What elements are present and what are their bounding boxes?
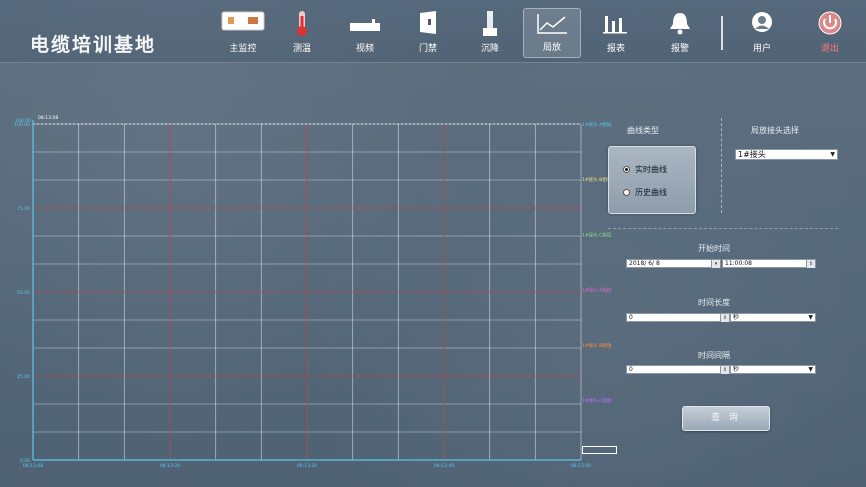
- x-tick-label: 08:13:40: [434, 463, 454, 469]
- nav-video[interactable]: 视频: [336, 8, 394, 58]
- x-tick-label: 08:13:50: [571, 463, 591, 469]
- series-legend-label: 1#接头-A相放电次: [582, 287, 612, 294]
- realtime-label: 实时曲线: [635, 165, 667, 174]
- duration-label: 时间长度: [698, 298, 730, 307]
- spin-icon[interactable]: ⇕: [720, 314, 729, 322]
- interval-unit-select[interactable]: 秒 ▼: [730, 365, 816, 374]
- duration-input[interactable]: 0 ⇕: [626, 313, 730, 322]
- nav-label: 用户: [752, 44, 771, 54]
- x-tick-label: 08:13:30: [297, 463, 317, 469]
- connector-select[interactable]: 1#接头 ▼: [735, 149, 838, 160]
- settlement-icon: [483, 11, 497, 36]
- top-time-label: 08:13:08: [38, 115, 58, 121]
- nav-alarm[interactable]: 报警: [651, 8, 709, 58]
- partial-discharge-chart: 100.00 75.00 50.00 25.00 0.00 100.00 08:13:08 0…: [12, 112, 621, 477]
- x-tick-label: 08:13:08: [23, 463, 43, 469]
- nav-temperature[interactable]: 测温: [273, 8, 331, 58]
- start-time-input[interactable]: 11:00:08 ⇕: [722, 259, 816, 268]
- chart-svg: 100.0075.0050.0025.000.00100.0008:13:080…: [14, 115, 621, 469]
- bell-icon: [670, 13, 690, 35]
- duration-value: 0: [629, 314, 633, 321]
- chevron-down-icon: ▼: [808, 314, 813, 321]
- y-tick-label: 25.00: [17, 374, 30, 380]
- nav-exit[interactable]: 退出: [801, 8, 859, 58]
- series-legend-label: 1#接头-C相放电次: [582, 397, 612, 404]
- radio-history[interactable]: 历史曲线: [623, 187, 667, 198]
- nav-partial-discharge[interactable]: 局放: [523, 8, 581, 58]
- app-title: 电缆培训基地: [30, 34, 157, 56]
- interval-input[interactable]: 0 ⇕: [626, 365, 730, 374]
- nav-report[interactable]: 报表: [587, 8, 645, 58]
- radio-dot: [623, 166, 630, 173]
- connector-label: 局放接头选择: [751, 126, 799, 135]
- start-time-value: 11:00:08: [725, 260, 752, 267]
- series-legend-label: 1#接头-C相局放量: [582, 231, 612, 238]
- series-legend-label: 1#接头-A相局放量: [582, 121, 612, 128]
- interval-value: 0: [629, 366, 633, 373]
- series-legend-label: 1#接头-B相放电次: [582, 342, 612, 349]
- monitor-icon: [221, 11, 265, 31]
- nav-label: 退出: [820, 44, 839, 54]
- chevron-down-icon: ▼: [830, 151, 835, 158]
- camera-icon: [350, 19, 380, 31]
- calendar-dropdown-icon[interactable]: ▾: [711, 260, 720, 268]
- chevron-down-icon: ▼: [808, 366, 813, 373]
- nav-label: 测温: [292, 44, 311, 54]
- y-axis-max-label: 100.00: [15, 118, 31, 124]
- radio-realtime[interactable]: 实时曲线: [623, 164, 667, 175]
- nav-access-control[interactable]: 门禁: [399, 8, 457, 58]
- history-label: 历史曲线: [635, 188, 667, 197]
- nav-label: 报表: [606, 44, 625, 54]
- duration-unit: 秒: [733, 314, 740, 321]
- nav-label: 沉降: [480, 44, 499, 54]
- interval-label: 时间间隔: [698, 351, 730, 360]
- nav-separator: [721, 16, 723, 50]
- nav-main-monitor[interactable]: 主监控: [214, 8, 272, 58]
- y-tick-label: 75.00: [17, 206, 30, 212]
- spin-icon[interactable]: ⇕: [720, 366, 729, 374]
- nav-label: 局放: [542, 43, 561, 53]
- query-button[interactable]: 查 询: [682, 406, 770, 431]
- top-nav-bar: 电缆培训基地 主监控 测温 视频 门禁 沉降 局放 报表 报警 用户 退出: [0, 0, 866, 63]
- start-date-value: 2018/ 6/ 8: [629, 260, 660, 267]
- y-tick-label: 50.00: [17, 290, 30, 296]
- panel-divider-h: [608, 228, 838, 229]
- door-icon: [420, 11, 436, 34]
- bar-chart-icon: [603, 16, 627, 34]
- nav-user[interactable]: 用户: [733, 8, 791, 58]
- duration-unit-select[interactable]: 秒 ▼: [730, 313, 816, 322]
- spin-icon[interactable]: ⇕: [806, 260, 815, 268]
- nav-label: 主监控: [229, 44, 257, 54]
- curve-type-group: 实时曲线 历史曲线: [608, 146, 696, 214]
- start-time-label: 开始时间: [698, 244, 730, 253]
- radio-dot: [623, 189, 630, 196]
- nav-label: 门禁: [418, 44, 437, 54]
- curve-type-label: 曲线类型: [627, 126, 659, 135]
- nav-label: 报警: [670, 44, 689, 54]
- nav-settlement[interactable]: 沉降: [461, 8, 519, 58]
- line-chart-icon: [537, 14, 567, 34]
- interval-unit: 秒: [733, 366, 740, 373]
- legend-box: [582, 446, 617, 454]
- power-icon: [818, 11, 842, 35]
- user-icon: [752, 12, 772, 32]
- thermometer-icon: [297, 11, 307, 36]
- x-tick-label: 08:13:20: [160, 463, 180, 469]
- nav-label: 视频: [355, 44, 374, 54]
- panel-divider: [721, 118, 722, 213]
- start-date-input[interactable]: 2018/ 6/ 8 ▾: [626, 259, 721, 268]
- connector-value: 1#接头: [738, 150, 766, 159]
